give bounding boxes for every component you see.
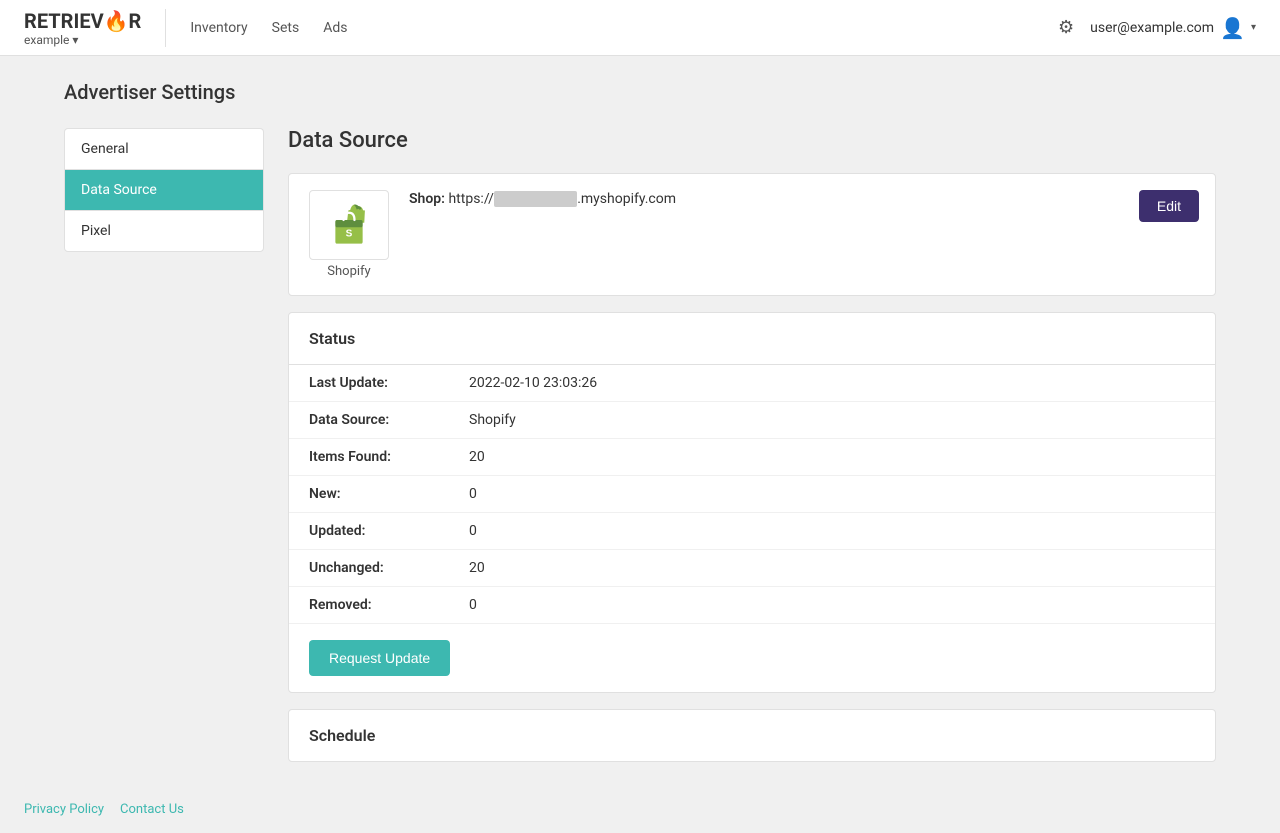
- logo-o: 🔥: [104, 9, 129, 33]
- page-container: Advertiser Settings General Data Source …: [40, 56, 1240, 786]
- shopify-info: Shop: https://████████.myshopify.com: [409, 190, 1195, 207]
- request-update-button[interactable]: Request Update: [309, 640, 450, 676]
- logo-area: RETRIEV 🔥 R example ▾: [24, 9, 166, 47]
- status-row-updated: Updated: 0: [289, 513, 1215, 550]
- nav-item-inventory[interactable]: Inventory: [190, 16, 247, 40]
- status-box: Status Last Update: 2022-02-10 23:03:26 …: [288, 312, 1216, 693]
- status-value-last-update: 2022-02-10 23:03:26: [469, 375, 597, 391]
- chevron-down-icon: ▾: [72, 33, 78, 47]
- shopify-logo-icon: S: [324, 200, 374, 250]
- status-label-updated: Updated:: [309, 523, 469, 539]
- nav-item-ads[interactable]: Ads: [323, 16, 347, 40]
- status-label-new: New:: [309, 486, 469, 502]
- status-header: Status: [289, 313, 1215, 365]
- logo-sub[interactable]: example ▾: [24, 33, 141, 47]
- status-value-data-source: Shopify: [469, 412, 516, 428]
- status-row-data-source: Data Source: Shopify: [289, 402, 1215, 439]
- status-row-items-found: Items Found: 20: [289, 439, 1215, 476]
- chevron-down-icon: ▾: [1251, 22, 1256, 33]
- sidebar-item-pixel[interactable]: Pixel: [64, 210, 264, 252]
- status-row-new: New: 0: [289, 476, 1215, 513]
- status-label-last-update: Last Update:: [309, 375, 469, 391]
- status-row-last-update: Last Update: 2022-02-10 23:03:26: [289, 365, 1215, 402]
- status-label-unchanged: Unchanged:: [309, 560, 469, 576]
- status-label-data-source: Data Source:: [309, 412, 469, 428]
- page-title: Advertiser Settings: [64, 80, 1216, 104]
- main-nav: Inventory Sets Ads: [190, 16, 1058, 40]
- status-value-unchanged: 20: [469, 560, 485, 576]
- shop-label: Shop:: [409, 191, 445, 207]
- logo: RETRIEV 🔥 R: [24, 9, 141, 33]
- shopify-brand: S Shopify: [309, 190, 389, 279]
- shop-url-blurred: ████████: [494, 191, 577, 207]
- user-menu[interactable]: user@example.com 👤 ▾: [1090, 16, 1256, 40]
- sidebar-item-data-source[interactable]: Data Source: [64, 169, 264, 210]
- settings-gear-button[interactable]: ⚙: [1058, 17, 1074, 38]
- gear-icon: ⚙: [1058, 17, 1074, 37]
- footer-privacy-policy[interactable]: Privacy Policy: [24, 802, 104, 817]
- main-content: Data Source: [288, 128, 1216, 762]
- status-value-updated: 0: [469, 523, 477, 539]
- svg-text:S: S: [346, 228, 353, 239]
- shopify-logo-box: S: [309, 190, 389, 260]
- content-layout: General Data Source Pixel Data Source: [64, 128, 1216, 762]
- schedule-header: Schedule: [289, 710, 1215, 761]
- status-value-removed: 0: [469, 597, 477, 613]
- status-row-removed: Removed: 0: [289, 587, 1215, 624]
- status-label-items-found: Items Found:: [309, 449, 469, 465]
- user-email: user@example.com: [1090, 20, 1214, 36]
- status-value-items-found: 20: [469, 449, 485, 465]
- footer: Privacy Policy Contact Us: [0, 786, 1280, 833]
- status-label-removed: Removed:: [309, 597, 469, 613]
- schedule-box: Schedule: [288, 709, 1216, 762]
- status-row-unchanged: Unchanged: 20: [289, 550, 1215, 587]
- edit-button[interactable]: Edit: [1139, 190, 1199, 222]
- status-value-new: 0: [469, 486, 477, 502]
- header-right: ⚙ user@example.com 👤 ▾: [1058, 16, 1256, 40]
- logo-text-retriev: RETRIEV: [24, 9, 104, 33]
- sidebar-item-general[interactable]: General: [64, 128, 264, 169]
- logo-sub-text: example: [24, 33, 69, 47]
- logo-text-r: R: [129, 9, 142, 33]
- footer-contact-us[interactable]: Contact Us: [120, 802, 184, 817]
- section-title: Data Source: [288, 128, 1216, 153]
- shopify-card: S Shopify Shop: https://████████.myshopi…: [288, 173, 1216, 296]
- user-icon: 👤: [1220, 16, 1245, 40]
- sidebar: General Data Source Pixel: [64, 128, 264, 762]
- shop-url: Shop: https://████████.myshopify.com: [409, 191, 676, 207]
- shopify-label: Shopify: [327, 264, 370, 279]
- nav-item-sets[interactable]: Sets: [272, 16, 300, 40]
- header: RETRIEV 🔥 R example ▾ Inventory Sets Ads…: [0, 0, 1280, 56]
